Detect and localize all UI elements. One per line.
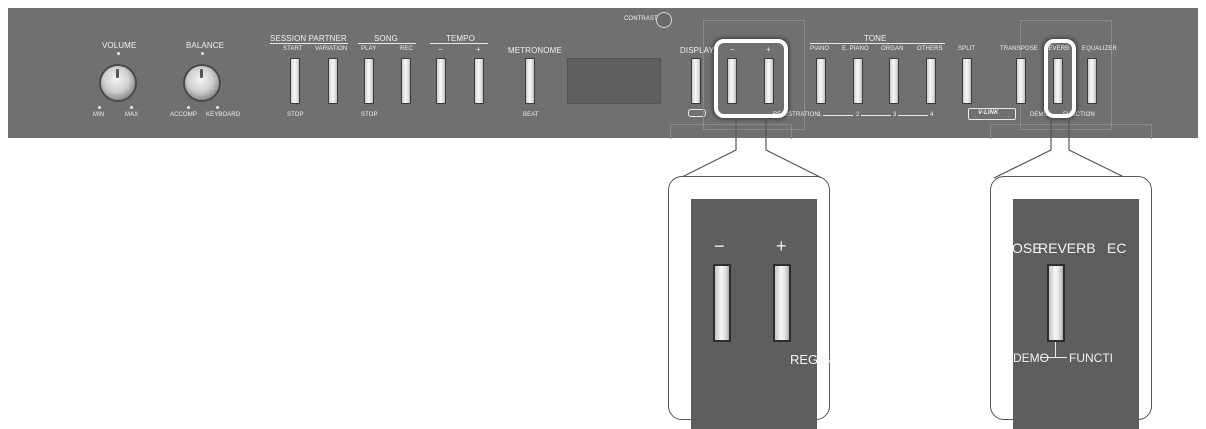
zoom-registration-plus-label: + — [776, 236, 787, 256]
zoom-function-line — [1055, 357, 1067, 358]
zoom-equalizer-label: EC — [1107, 240, 1127, 256]
registration-zoom-callout — [668, 176, 830, 429]
reverb-zoom-panel — [1013, 199, 1139, 429]
zoom-registration-down-button[interactable] — [713, 264, 731, 342]
zoom-registration-up-button[interactable] — [773, 264, 791, 342]
zoom-function-label: FUNCTI — [1069, 351, 1113, 365]
zoom-registration-minus-label: − — [714, 236, 725, 256]
zoom-reverb-label: REVERB — [1038, 240, 1096, 256]
zoom-demo-function-stem — [1055, 342, 1056, 358]
left-callout-connector-a — [679, 118, 737, 179]
registration-zoom-panel — [691, 199, 817, 429]
right-callout-connector-a — [993, 118, 1052, 179]
reverb-zoom-callout — [990, 176, 1152, 429]
right-callout-connector-b — [1068, 118, 1127, 179]
left-callout-connector-b — [765, 118, 823, 179]
zoom-reverb-button[interactable] — [1047, 264, 1065, 342]
zoom-demo-label: DEMO — [1013, 351, 1049, 365]
zoom-registration-label: REGIS — [790, 352, 831, 367]
